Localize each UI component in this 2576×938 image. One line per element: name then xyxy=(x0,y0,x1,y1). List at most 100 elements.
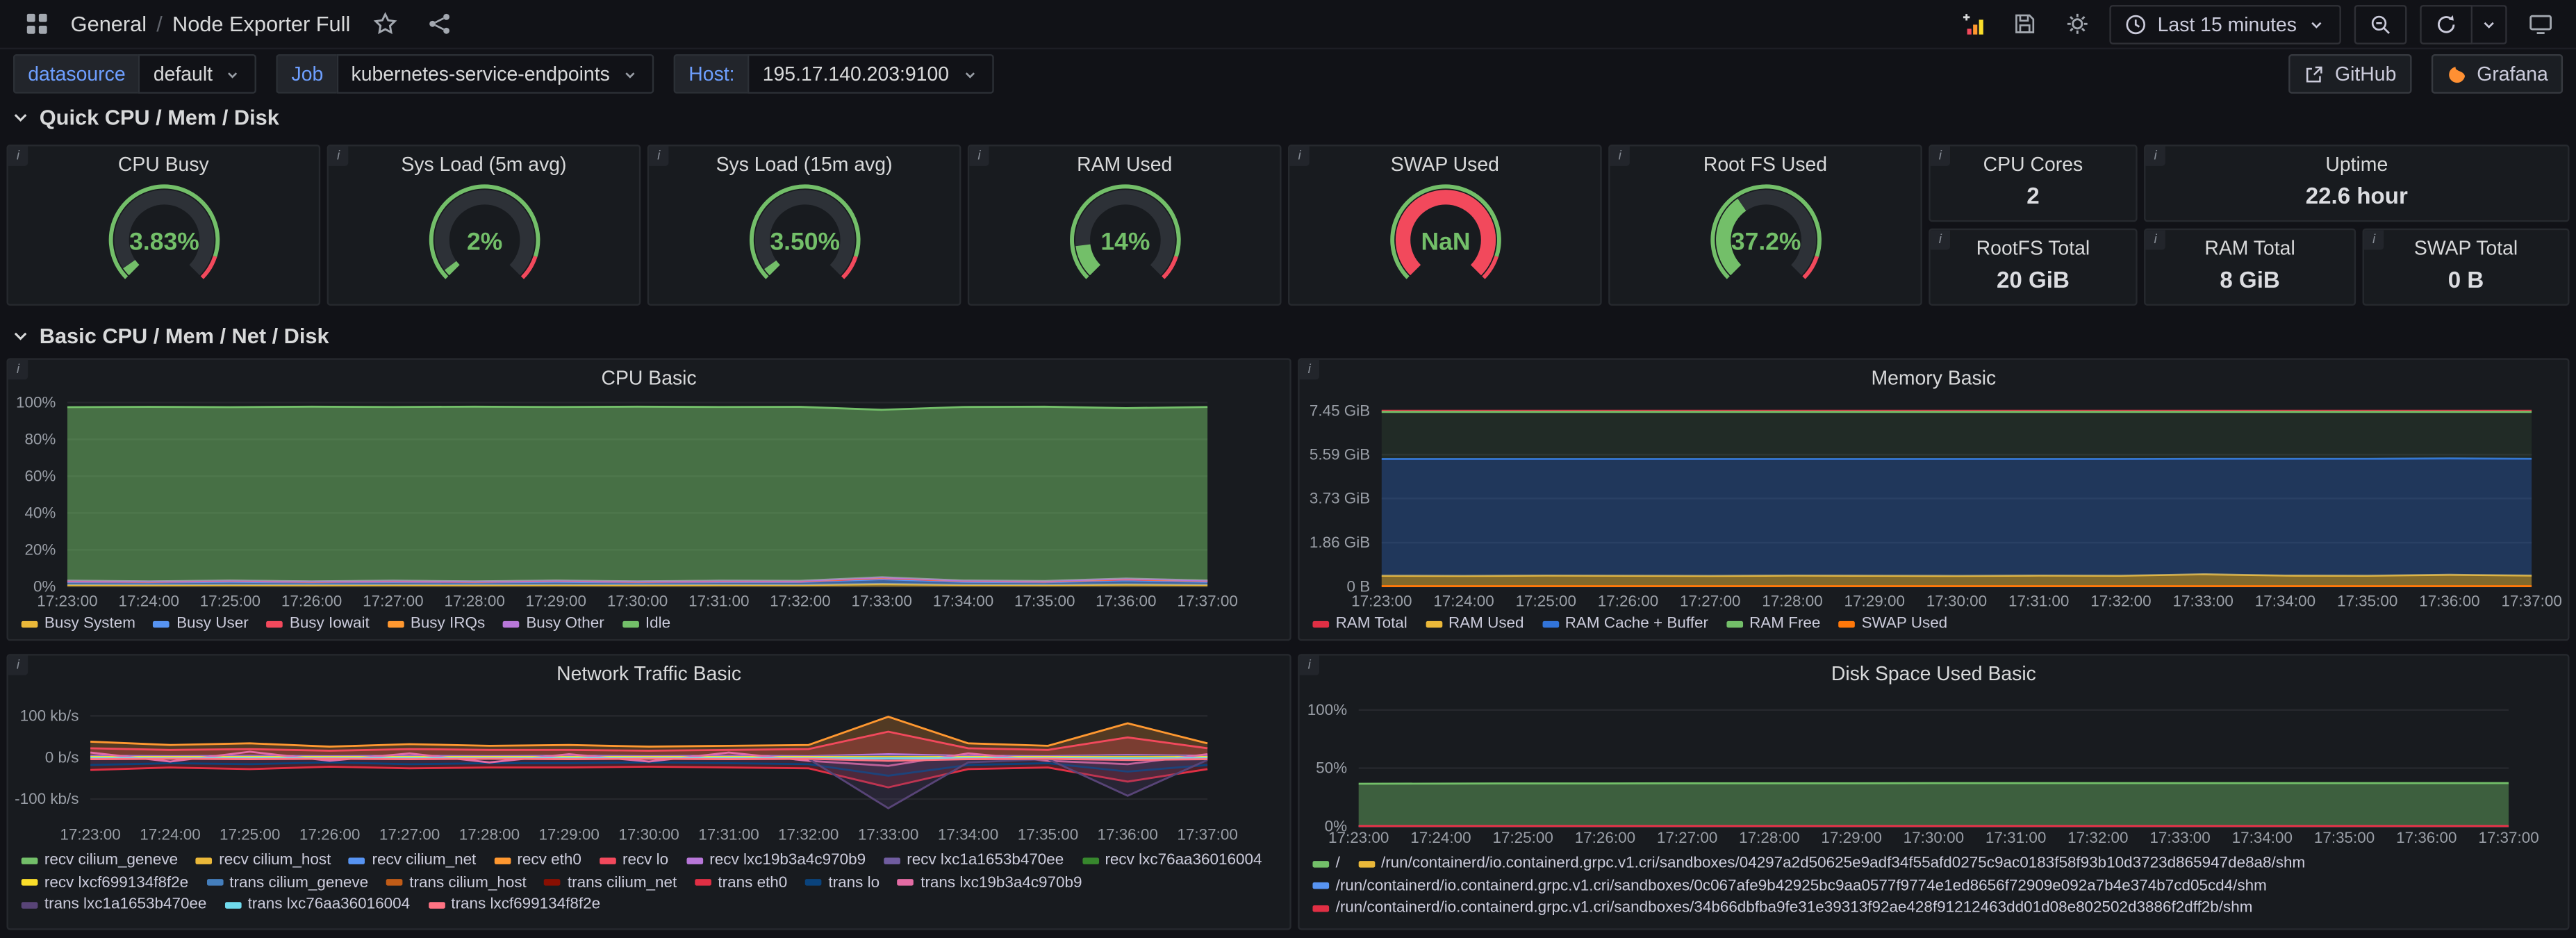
panel-info-icon[interactable]: i xyxy=(329,146,348,165)
panel-info-icon[interactable]: i xyxy=(8,656,28,675)
legend-item-trans-lxc76aa36016004[interactable]: trans lxc76aa36016004 xyxy=(224,894,410,916)
legend-item-busy-iowait[interactable]: Busy Iowait xyxy=(267,613,370,635)
stat-value: 20 GiB xyxy=(1931,266,2136,293)
panel-title[interactable]: CPU Basic xyxy=(38,366,1260,389)
panel-info-icon[interactable]: i xyxy=(1931,230,1950,249)
legend-item-trans-lo[interactable]: trans lo xyxy=(805,872,880,894)
legend-item-recv-cilium-geneve[interactable]: recv cilium_geneve xyxy=(22,850,178,872)
panel-title[interactable]: Uptime xyxy=(2175,153,2538,176)
legend-item-busy-other[interactable]: Busy Other xyxy=(503,613,604,635)
legend-item-trans-lxcf699134f8f2e[interactable]: trans lxcf699134f8f2e xyxy=(428,894,600,916)
legend-item-recv-cilium-host[interactable]: recv cilium_host xyxy=(196,850,331,872)
panel-title[interactable]: Sys Load (15m avg) xyxy=(679,153,930,176)
panel-title[interactable]: RAM Total xyxy=(2175,237,2325,260)
legend-item-recv-lxc76aa36016004[interactable]: recv lxc76aa36016004 xyxy=(1082,850,1262,872)
row-header-quick-cpu-mem-disk[interactable]: Quick CPU / Mem / Disk xyxy=(10,99,279,135)
variable-datasource-dropdown[interactable]: default xyxy=(139,54,257,94)
cycle-view-icon[interactable] xyxy=(2520,4,2560,44)
legend-item-trans-cilium-net[interactable]: trans cilium_net xyxy=(545,872,677,894)
panel-title[interactable]: SWAP Total xyxy=(2394,237,2538,260)
panel-info-icon[interactable]: i xyxy=(1289,146,1309,165)
legend-item-recv-lxc19b3a4c970b9[interactable]: recv lxc19b3a4c970b9 xyxy=(686,850,866,872)
variable-host-dropdown[interactable]: 195.17.140.203:9100 xyxy=(748,54,993,94)
save-dashboard-icon[interactable] xyxy=(2005,4,2045,44)
series-name: trans eth0 xyxy=(718,872,787,894)
series-name: recv lxc1a1653b470ee xyxy=(907,850,1064,872)
breadcrumb-section[interactable]: General xyxy=(71,12,147,36)
panel-info-icon[interactable]: i xyxy=(1300,360,1319,379)
breadcrumb-separator: / xyxy=(156,12,163,36)
panel-info-icon[interactable]: i xyxy=(1610,146,1630,165)
series-color-swatch xyxy=(22,880,38,886)
panel-title[interactable]: Network Traffic Basic xyxy=(38,662,1260,685)
time-range-picker[interactable]: Last 15 minutes xyxy=(2110,4,2341,44)
legend-item-trans-cilium-geneve[interactable]: trans cilium_geneve xyxy=(206,872,368,894)
legend-item-run-containerd-io-containerd-grpc-v1-cri-sandboxes-34b66dbfba9fe31e39313f92ae428f91212463dd01d08e802502d3886f2dff2b-shm[interactable]: /run/containerd/io.containerd.grpc.v1.cr… xyxy=(1312,897,2252,919)
legend-item-root[interactable]: / xyxy=(1312,853,1339,875)
legend-item-busy-system[interactable]: Busy System xyxy=(22,613,135,635)
panel-info-icon[interactable]: i xyxy=(1931,146,1950,165)
add-panel-icon[interactable] xyxy=(1952,4,1992,44)
series-color-swatch xyxy=(622,620,639,627)
refresh-interval-dropdown[interactable] xyxy=(2472,4,2507,44)
chart-plot-area[interactable]: 7.45 GiB5.59 GiB3.73 GiB1.86 GiB0 B17:23… xyxy=(1300,360,2568,639)
legend-item-recv-lo[interactable]: recv lo xyxy=(600,850,668,872)
favorite-star-icon[interactable] xyxy=(365,4,405,44)
legend-item-busy-user[interactable]: Busy User xyxy=(154,613,249,635)
legend-item-ram-total[interactable]: RAM Total xyxy=(1312,613,1407,635)
panel-info-icon[interactable]: i xyxy=(8,146,28,165)
legend-item-trans-cilium-host[interactable]: trans cilium_host xyxy=(386,872,527,894)
legend-item-recv-cilium-net[interactable]: recv cilium_net xyxy=(349,850,476,872)
panel-info-icon[interactable]: i xyxy=(969,146,989,165)
row-header-basic-cpu-mem-net-disk[interactable]: Basic CPU / Mem / Net / Disk xyxy=(10,317,329,353)
github-link-button[interactable]: GitHub xyxy=(2289,54,2411,94)
panel-info-icon[interactable]: i xyxy=(8,360,28,379)
top-nav: General / Node Exporter Full xyxy=(0,0,2576,49)
variable-job-dropdown[interactable]: kubernetes-service-endpoints xyxy=(336,54,654,94)
legend-item-swap-used[interactable]: SWAP Used xyxy=(1838,613,1947,635)
legend-item-recv-eth0[interactable]: recv eth0 xyxy=(494,850,581,872)
panel-title[interactable]: RootFS Total xyxy=(1960,237,2106,260)
series-color-swatch xyxy=(545,880,561,886)
panel-info-icon[interactable]: i xyxy=(649,146,668,165)
panel-title[interactable]: Root FS Used xyxy=(1640,153,1891,176)
breadcrumb-dashboard-title[interactable]: Node Exporter Full xyxy=(172,12,350,36)
legend-item-run-containerd-io-containerd-grpc-v1-cri-sandboxes-0c067afe9b42925bc9aa0577f9774e1ed8656f72909e092a7b4e374b7cd05cd4-shm[interactable]: /run/containerd/io.containerd.grpc.v1.cr… xyxy=(1312,875,2266,897)
svg-text:17:28:00: 17:28:00 xyxy=(444,593,504,610)
series-color-swatch xyxy=(388,620,404,627)
panel-info-icon[interactable]: i xyxy=(2145,230,2165,249)
grafana-link-button[interactable]: Grafana xyxy=(2431,54,2563,94)
apps-icon[interactable] xyxy=(17,4,56,44)
panel-title[interactable]: Disk Space Used Basic xyxy=(1329,662,2538,685)
panel-info-icon[interactable]: i xyxy=(2364,230,2384,249)
legend-item-idle[interactable]: Idle xyxy=(622,613,670,635)
panel-info-icon[interactable]: i xyxy=(2145,146,2165,165)
zoom-out-button[interactable] xyxy=(2354,4,2407,44)
gauge-row: i CPU Busy 3.83% i Sys Load (5m avg) 2% … xyxy=(6,145,1922,306)
gauge: 3.50% xyxy=(672,174,935,299)
chart-plot-area[interactable]: 100%80%60%40%20%0%17:23:0017:24:0017:25:… xyxy=(8,360,1290,639)
panel-title[interactable]: CPU Busy xyxy=(38,153,289,176)
zoom-out-icon xyxy=(2369,13,2392,35)
legend-item-recv-lxc1a1653b470ee[interactable]: recv lxc1a1653b470ee xyxy=(884,850,1064,872)
panel-title[interactable]: RAM Used xyxy=(999,153,1250,176)
legend-item-ram-cache-buffer[interactable]: RAM Cache + Buffer xyxy=(1542,613,1708,635)
gauge: 14% xyxy=(993,174,1256,299)
legend-item-trans-eth0[interactable]: trans eth0 xyxy=(695,872,787,894)
legend-item-busy-irqs[interactable]: Busy IRQs xyxy=(388,613,485,635)
share-icon[interactable] xyxy=(420,4,459,44)
legend-item-ram-free[interactable]: RAM Free xyxy=(1726,613,1820,635)
settings-gear-icon[interactable] xyxy=(2057,4,2097,44)
legend-item-trans-lxc19b3a4c970b9[interactable]: trans lxc19b3a4c970b9 xyxy=(898,872,1082,894)
panel-title[interactable]: Memory Basic xyxy=(1329,366,2538,389)
panel-title[interactable]: CPU Cores xyxy=(1960,153,2106,176)
panel-info-icon[interactable]: i xyxy=(1300,656,1319,675)
panel-title[interactable]: SWAP Used xyxy=(1319,153,1571,176)
legend-item-recv-lxcf699134f8f2e[interactable]: recv lxcf699134f8f2e xyxy=(22,872,188,894)
legend-item-ram-used[interactable]: RAM Used xyxy=(1426,613,1524,635)
legend-item-trans-lxc1a1653b470ee[interactable]: trans lxc1a1653b470ee xyxy=(22,894,207,916)
panel-title[interactable]: Sys Load (5m avg) xyxy=(358,153,610,176)
refresh-button[interactable] xyxy=(2420,4,2472,44)
series-name: RAM Total xyxy=(1336,613,1407,635)
legend-item-run-containerd-io-containerd-grpc-v1-cri-sandboxes-04297a2d50625e9adf34f55afd0275c9ac0183f58f93b10d3723d865947de8a8-shm[interactable]: /run/containerd/io.containerd.grpc.v1.cr… xyxy=(1358,853,2305,875)
